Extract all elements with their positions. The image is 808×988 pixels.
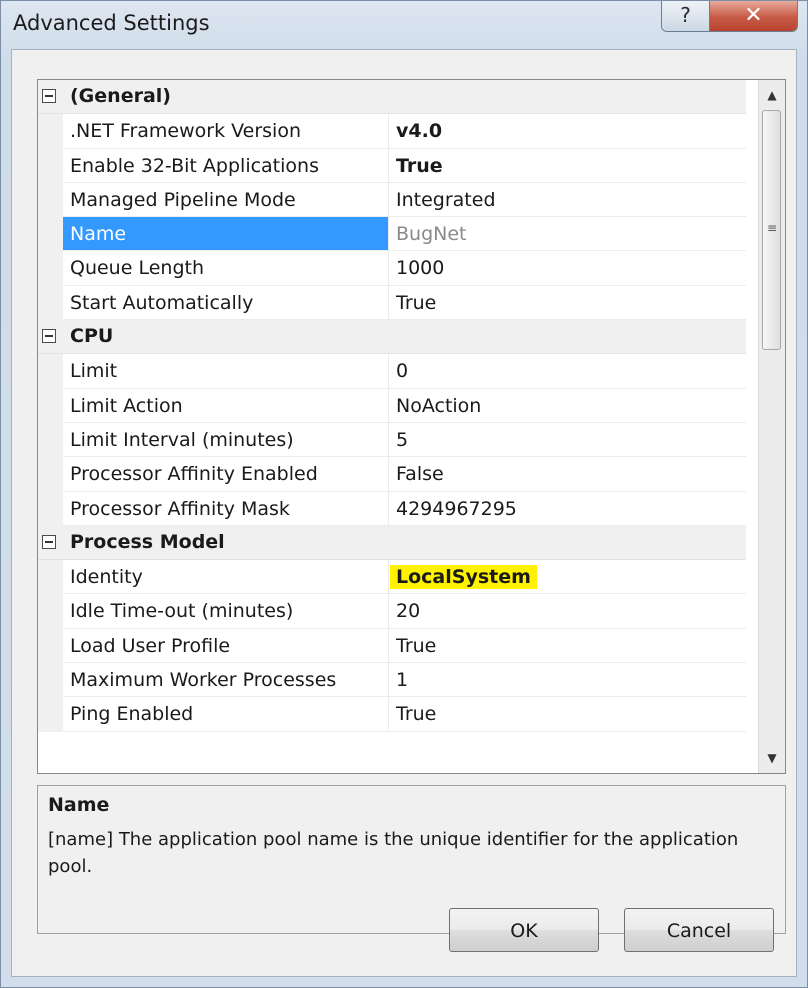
property-name[interactable]: Load User Profile [63, 628, 389, 664]
vertical-scrollbar[interactable]: ▲ ≡ ▼ [758, 80, 785, 773]
row-margin [38, 114, 63, 149]
property-value[interactable]: True [389, 286, 746, 321]
category-row[interactable]: CPU [38, 320, 746, 355]
cancel-button[interactable]: Cancel [624, 908, 774, 952]
close-button[interactable]: ✕ [710, 1, 797, 31]
property-row[interactable]: Maximum Worker Processes 1 [38, 663, 746, 698]
row-margin [38, 422, 63, 458]
property-value[interactable]: 5 [389, 423, 746, 458]
advanced-settings-dialog: Advanced Settings ? ✕ (General) .NET Fram… [0, 0, 808, 988]
property-row[interactable]: Limit 0 [38, 354, 746, 389]
row-margin [38, 594, 63, 629]
description-text: [name] The application pool name is the … [48, 829, 739, 877]
property-value[interactable]: 1 [389, 663, 746, 698]
property-value[interactable]: LocalSystem [389, 560, 746, 595]
caption-buttons: ? ✕ [661, 1, 798, 32]
property-name[interactable]: Enable 32-Bit Applications [63, 148, 389, 183]
property-value[interactable]: True [389, 697, 746, 732]
close-icon: ✕ [744, 3, 763, 28]
property-row[interactable]: Name BugNet [38, 217, 746, 252]
row-margin [38, 457, 63, 492]
property-name[interactable]: Limit Action [63, 388, 389, 423]
row-margin [38, 697, 63, 732]
row-margin [38, 663, 63, 698]
row-margin [38, 251, 63, 286]
property-name[interactable]: Processor Affinity Enabled [63, 457, 389, 492]
property-value[interactable]: 1000 [389, 251, 746, 286]
property-row[interactable]: Limit Action NoAction [38, 388, 746, 423]
row-margin [38, 285, 63, 321]
row-margin [38, 628, 63, 664]
row-margin [38, 182, 63, 218]
property-rows: (General) .NET Framework Version v4.0 Enabl… [38, 80, 746, 732]
property-name[interactable]: Managed Pipeline Mode [63, 182, 389, 218]
property-value[interactable]: 0 [389, 354, 746, 389]
property-value[interactable]: True [389, 149, 746, 183]
highlighted-value: LocalSystem [390, 565, 537, 590]
scroll-up-arrow-icon[interactable]: ▲ [759, 82, 785, 108]
property-name[interactable]: Limit [63, 354, 389, 389]
property-value[interactable]: 20 [389, 594, 746, 629]
help-button[interactable]: ? [662, 1, 710, 31]
property-row[interactable]: Identity LocalSystem [38, 560, 746, 595]
property-row[interactable]: Enable 32-Bit Applications True [38, 148, 746, 183]
property-name[interactable]: Idle Time-out (minutes) [63, 594, 389, 629]
property-row[interactable]: Limit Interval (minutes) 5 [38, 422, 746, 458]
property-name[interactable]: Identity [63, 560, 389, 595]
property-grid[interactable]: (General) .NET Framework Version v4.0 Enabl… [37, 79, 786, 774]
property-name[interactable]: Ping Enabled [63, 697, 389, 732]
property-row[interactable]: Load User Profile True [38, 628, 746, 664]
property-row[interactable]: Ping Enabled True [38, 697, 746, 732]
property-name[interactable]: Start Automatically [63, 285, 389, 321]
title-bar[interactable]: Advanced Settings ? ✕ [1, 1, 808, 49]
scroll-down-arrow-icon[interactable]: ▼ [759, 745, 785, 771]
property-value[interactable]: NoAction [389, 389, 746, 423]
category-label: (General) [70, 85, 171, 107]
dialog-title: Advanced Settings [13, 11, 210, 35]
property-row[interactable]: .NET Framework Version v4.0 [38, 114, 746, 149]
property-row[interactable]: Processor Affinity Mask 4294967295 [38, 491, 746, 526]
collapse-icon[interactable] [42, 534, 56, 549]
row-margin [38, 560, 63, 595]
property-value[interactable]: 4294967295 [389, 492, 746, 526]
category-label: Process Model [70, 530, 225, 553]
row-margin [38, 217, 63, 252]
grip-icon: ≡ [767, 221, 778, 235]
category-label: CPU [70, 325, 114, 348]
scroll-thumb[interactable]: ≡ [762, 110, 781, 350]
property-name[interactable]: Maximum Worker Processes [63, 663, 389, 698]
description-title: Name [48, 794, 110, 816]
ok-button[interactable]: OK [449, 908, 599, 952]
property-value[interactable]: BugNet [389, 217, 746, 252]
property-row[interactable]: Start Automatically True [38, 285, 746, 321]
dialog-body: (General) .NET Framework Version v4.0 Enabl… [11, 49, 797, 977]
property-row[interactable]: Queue Length 1000 [38, 251, 746, 286]
category-row[interactable]: Process Model [38, 525, 746, 561]
property-name[interactable]: Name [63, 217, 389, 252]
property-value[interactable]: v4.0 [389, 114, 746, 149]
property-name[interactable]: .NET Framework Version [63, 114, 389, 149]
property-row[interactable]: Managed Pipeline Mode Integrated [38, 182, 746, 218]
help-icon: ? [680, 3, 691, 27]
row-margin [38, 148, 63, 183]
row-margin [38, 491, 63, 526]
collapse-icon[interactable] [42, 89, 56, 103]
row-margin [38, 354, 63, 389]
property-value[interactable]: False [389, 457, 746, 492]
category-row[interactable]: (General) [38, 80, 746, 115]
property-row[interactable]: Idle Time-out (minutes) 20 [38, 594, 746, 629]
property-name[interactable]: Queue Length [63, 251, 389, 286]
property-value[interactable]: True [389, 629, 746, 664]
collapse-icon[interactable] [42, 329, 56, 344]
property-name[interactable]: Processor Affinity Mask [63, 491, 389, 526]
row-margin [38, 388, 63, 423]
property-value[interactable]: Integrated [389, 183, 746, 218]
property-row[interactable]: Processor Affinity Enabled False [38, 457, 746, 492]
property-name[interactable]: Limit Interval (minutes) [63, 422, 389, 458]
